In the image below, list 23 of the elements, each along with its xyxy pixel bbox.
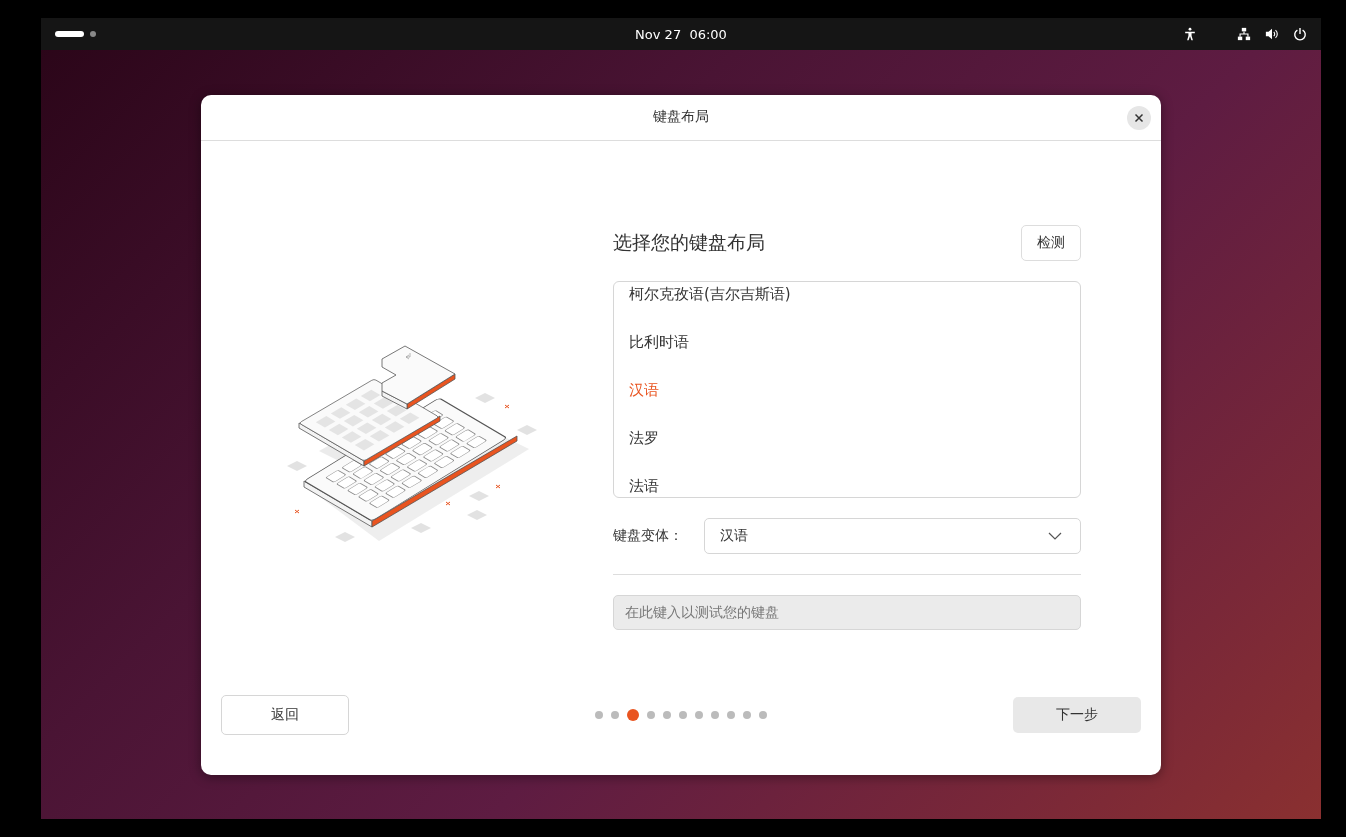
layout-list-item[interactable]: 比利时语 [629, 331, 1080, 353]
layout-list-item[interactable]: 法语 [629, 475, 1080, 497]
layout-list-item[interactable]: 法罗 [629, 427, 1080, 449]
clock[interactable]: Nov 27 06:00 [635, 26, 727, 42]
next-button[interactable]: 下一步 [1013, 696, 1141, 733]
accessibility-icon[interactable] [1183, 27, 1197, 41]
variant-label: 键盘变体： [613, 526, 684, 545]
volume-icon[interactable] [1265, 27, 1279, 41]
page-heading: 选择您的键盘布局 [613, 229, 765, 255]
workspace-indicator[interactable] [55, 31, 84, 37]
layout-list-item[interactable]: 柯尔克孜语(吉尔吉斯语) [629, 283, 1080, 305]
variant-dropdown[interactable]: 汉语 [704, 517, 1081, 554]
chevron-down-icon [1048, 531, 1062, 540]
layout-list-item[interactable]: 汉语 [629, 379, 1080, 401]
network-icon[interactable] [1237, 27, 1251, 41]
detect-button[interactable]: 检测 [1021, 224, 1081, 261]
workspace-indicator[interactable] [90, 31, 96, 37]
back-button[interactable]: 返回 [221, 694, 349, 735]
test-input-field[interactable]: 在此键入以测试您的键盘 [613, 594, 1081, 630]
close-icon [1134, 112, 1144, 123]
dialog-title: 键盘布局 [653, 108, 709, 126]
close-button[interactable] [1127, 105, 1151, 130]
power-icon[interactable] [1293, 27, 1307, 41]
